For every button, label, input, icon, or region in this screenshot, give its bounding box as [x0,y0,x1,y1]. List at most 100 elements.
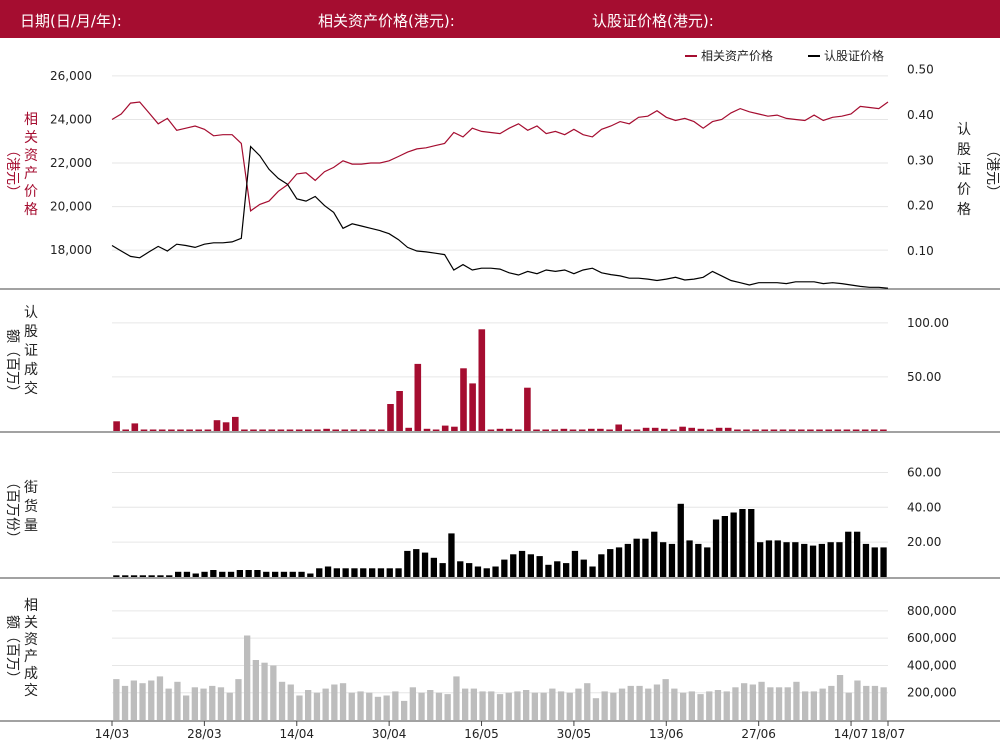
asset_turnover-bar [278,681,286,720]
outstanding-bar [316,568,323,577]
asset_turnover-bar [714,690,722,720]
warrant_turnover-bar [816,429,823,431]
asset_turnover-bar [383,695,390,720]
warrant_turnover-bar [487,429,495,431]
warrant_turnover-bar [268,429,276,431]
asset_turnover-bar [113,679,120,720]
asset_turnover-bar [470,688,477,720]
asset_turnover-bar [828,685,835,720]
price-right-tick-label: 0.20 [907,199,934,213]
warrant_turnover-bar [158,429,166,431]
outstanding-bar [801,543,808,577]
warrant_turnover-bar [852,429,860,431]
asset_turnover-bar [121,685,129,720]
warrant_turnover-bar [140,429,148,431]
asset_turnover-bar [453,676,460,720]
outstanding-tick-label: 40.00 [907,500,941,514]
price-left-axis-title-char: 价 [24,184,38,200]
asset_turnover-bar [662,679,669,720]
outstanding-bar [615,547,623,577]
outstanding-bar [236,570,243,577]
outstanding-bar [360,568,367,577]
outstanding-bar [545,564,552,577]
asset_turnover-bar [784,687,791,720]
warrant_turnover-bar [359,429,367,431]
warrant_turnover-bar [122,429,129,431]
warrant_turnover-bar [314,429,321,431]
asset_turnover-bar [810,691,817,720]
price-left-axis-title-char: 格 [24,202,38,218]
outstanding-bar [739,509,746,577]
asset_turnover-bar [348,692,355,720]
warrant_turnover-bar [432,429,440,431]
price-left-axis-title-char: 产 [24,166,38,182]
outstanding-bar [333,568,340,577]
outstanding-bar [668,543,676,577]
asset_turnover-tick-label: 400,000 [907,658,957,672]
outstanding-bar [818,543,825,577]
asset_turnover-tick-label: 600,000 [907,631,957,645]
warrant_turnover-bar [259,429,266,431]
asset_turnover-bar [462,688,469,720]
warrant_turnover-bar [770,429,778,431]
warrant_turnover-bar [706,429,714,431]
outstanding-bar [139,575,146,577]
asset_turnover-bar [557,691,565,720]
outstanding-bar [633,538,640,577]
warrant_turnover-bar [569,429,577,431]
asset_turnover-bar [514,691,521,720]
outstanding-bar [324,566,332,577]
asset_turnover-bar [488,691,495,720]
outstanding-bar [395,568,402,577]
warrant_turnover-bar [679,426,686,431]
asset_turnover-bar [723,691,730,720]
outstanding-bar [272,571,279,577]
asset_turnover-bar [130,680,137,720]
outstanding-bar [351,568,358,577]
warrant_turnover-bar [496,428,504,431]
warrant_turnover-bar [241,429,248,431]
outstanding-bar [369,568,376,577]
warrant_turnover-bar [551,429,559,431]
warrant_turnover-bar [441,425,449,431]
asset_turnover-bar [174,681,181,720]
warrant_turnover-bar [761,429,769,431]
asset_turnover-bar [767,687,774,720]
asset_turnover-bar [523,690,530,720]
asset_turnover-bar [148,680,155,720]
asset_turnover-bar [584,683,591,720]
warrant_turnover-bar [779,429,787,431]
warrant_turnover-bar [734,429,741,431]
asset_turnover-bar [374,696,382,720]
warrant-turnover-axis-title-char: 证 [24,343,38,359]
warrant_turnover-bar [560,428,568,431]
warrant-turnover-axis-title-char: 成 [24,362,38,378]
asset_turnover-bar [235,679,242,720]
warrant_turnover-bar [149,429,157,431]
warrant_turnover-bar [661,428,668,431]
asset_turnover-tick-label: 200,000 [907,686,957,700]
outstanding-bar [809,545,817,577]
outstanding-bar [607,549,614,577]
asset_turnover-bar [139,683,146,720]
outstanding-bar [483,568,490,577]
outstanding-bar [854,531,861,577]
warrant_turnover-bar [715,427,723,431]
outstanding-bar [157,575,164,577]
outstanding-bar [748,509,755,577]
asset_turnover-bar [191,687,198,720]
warrant_turnover-bar [624,429,632,431]
asset_turnover-bar [287,684,294,720]
outstanding-bar [474,566,482,577]
warrant_turnover-bar [633,429,641,431]
asset_turnover-bar [549,688,556,720]
warrant_turnover-bar [332,429,339,431]
warrant_turnover-bar [277,429,285,431]
asset_turnover-bar [418,692,425,720]
outstanding-bar [439,563,446,577]
asset_turnover-bar [592,698,600,720]
warrant_turnover-bar [341,429,349,431]
outstanding-bar [492,566,499,577]
legend-asset-label: 相关资产价格 [701,48,773,63]
warrant_turnover-bar [168,429,175,431]
